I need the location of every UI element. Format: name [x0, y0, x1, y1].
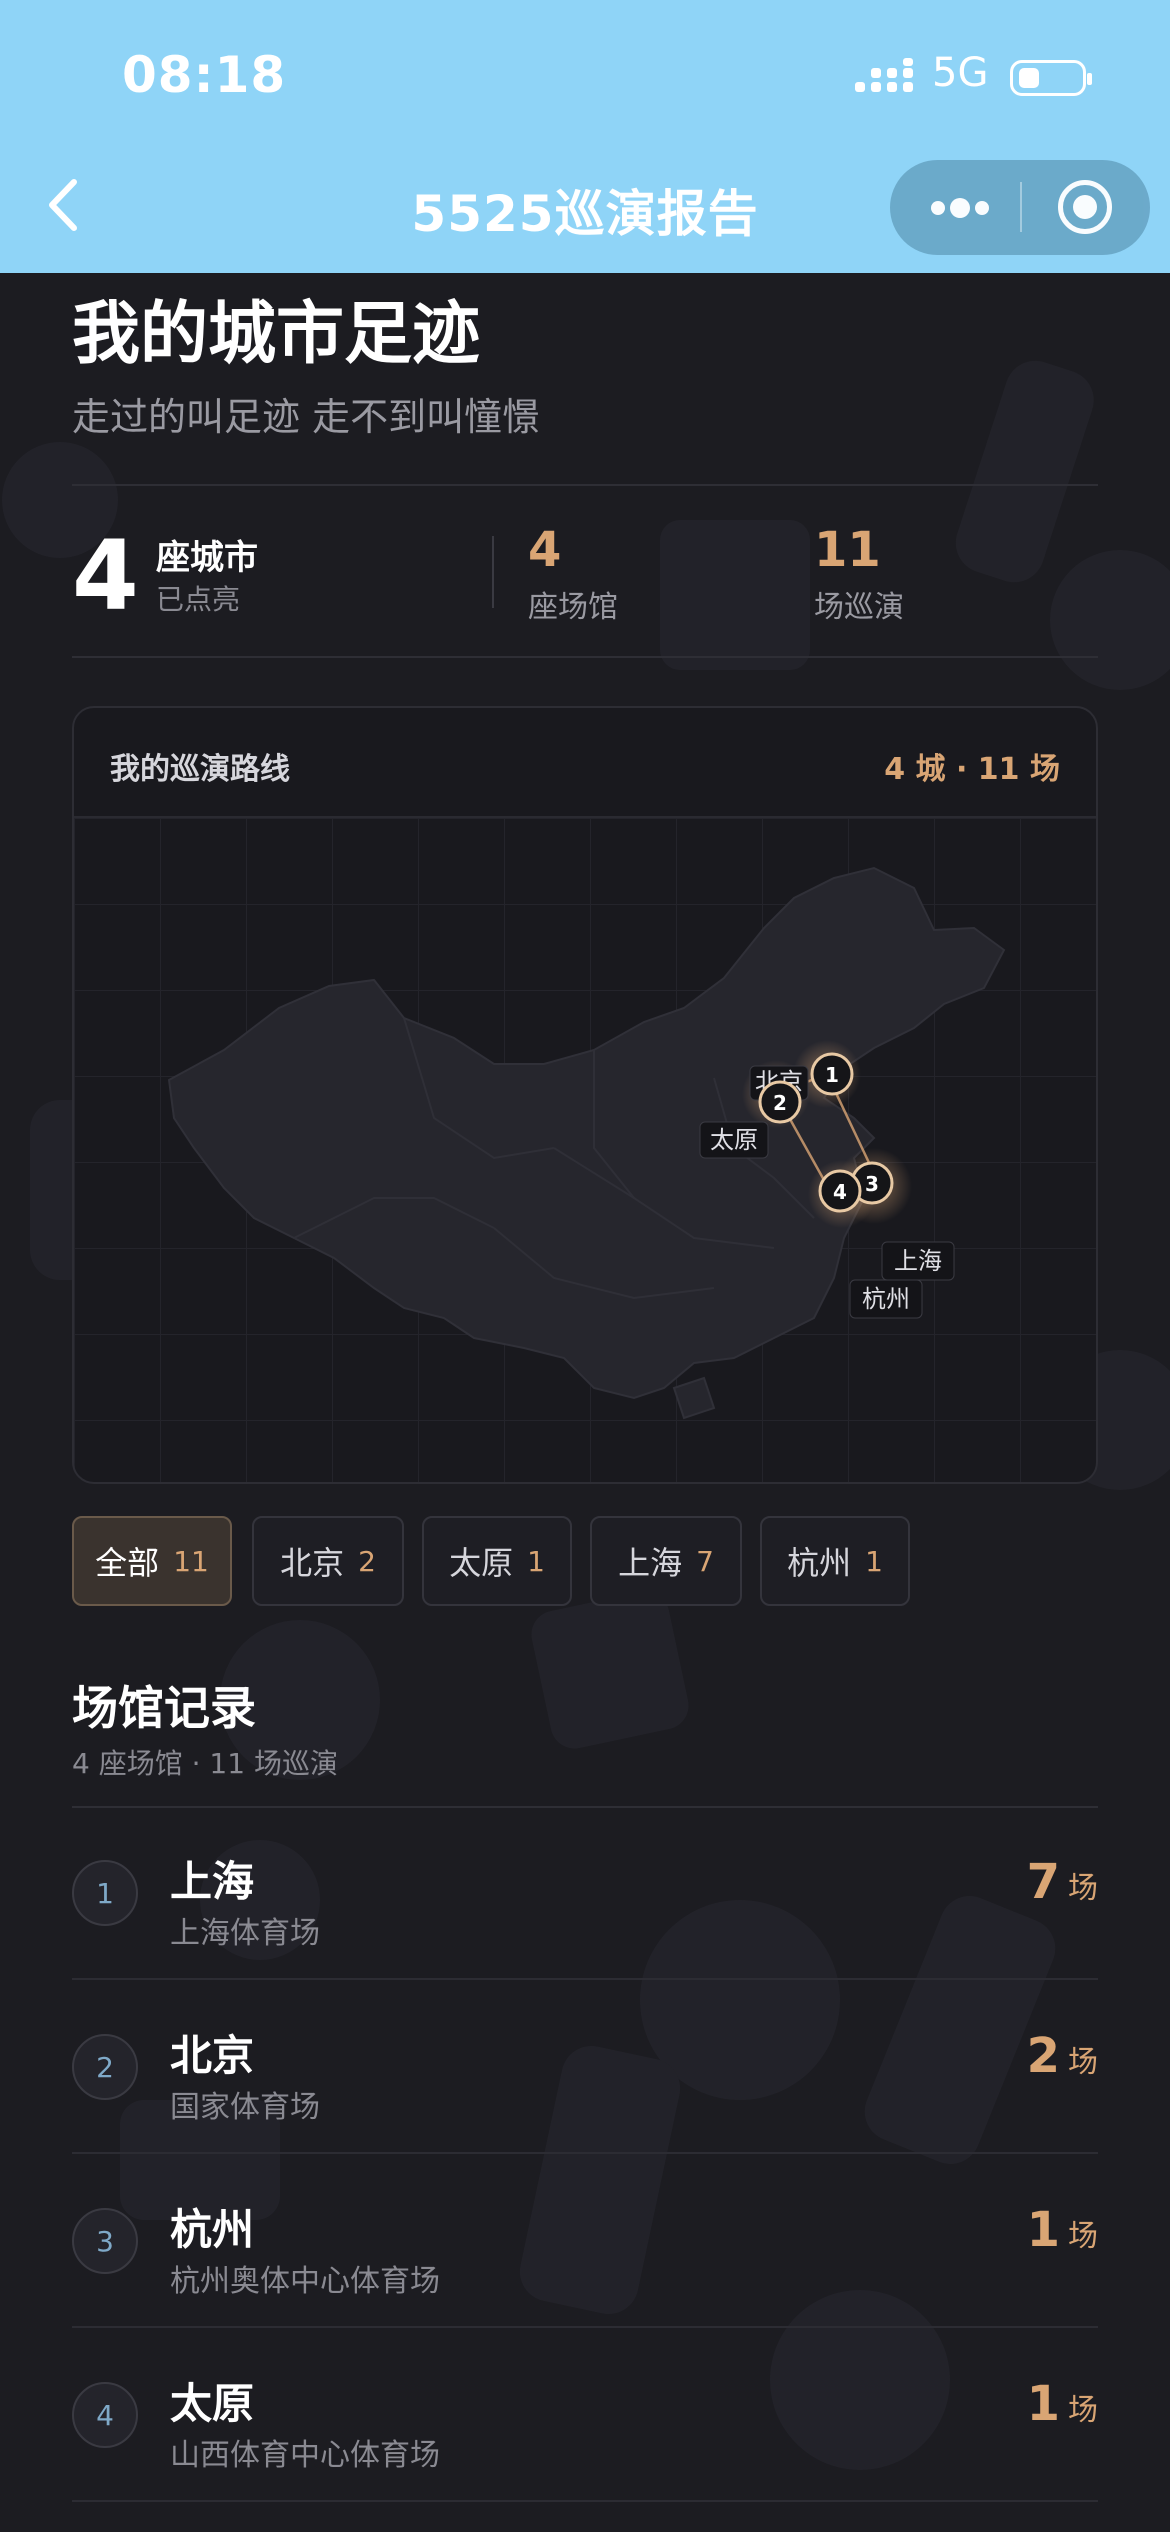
status-time: 08:18 — [122, 46, 287, 104]
filter-chip-count: 7 — [696, 1544, 714, 1578]
mini-program-capsule — [890, 160, 1150, 255]
stats-divider — [492, 536, 494, 608]
venue-row[interactable]: 3 杭州 杭州奥体中心体育场 1 场 — [72, 2156, 1098, 2328]
route-card-summary: 4 城 · 11 场 — [884, 752, 1060, 787]
route-map[interactable]: 北京 太原 上海 杭州 1 2 — [74, 818, 1098, 1484]
venue-rank-badge: 3 — [72, 2208, 138, 2274]
venues-section-subtitle: 4 座场馆 · 11 场巡演 — [72, 1747, 338, 1780]
capsule-divider — [1020, 182, 1022, 232]
network-type: 5G — [932, 50, 989, 96]
divider — [72, 656, 1098, 658]
shows-label: 场巡演 — [814, 590, 904, 625]
svg-text:1: 1 — [825, 1063, 839, 1087]
cities-label: 座城市 — [156, 538, 258, 578]
venue-show-count: 2 场 — [1027, 2028, 1098, 2084]
svg-text:上海: 上海 — [894, 1247, 942, 1275]
venue-show-count: 1 场 — [1027, 2376, 1098, 2432]
venue-name: 杭州奥体中心体育场 — [170, 2264, 440, 2299]
venue-count-number: 7 — [1026, 1854, 1060, 1910]
venue-row[interactable]: 2 北京 国家体育场 2 场 — [72, 1982, 1098, 2154]
filter-chip-shanghai[interactable]: 上海 7 — [590, 1516, 742, 1606]
venue-show-count: 7 场 — [1027, 1854, 1098, 1910]
venue-rank-badge: 1 — [72, 1860, 138, 1926]
svg-text:3: 3 — [865, 1172, 879, 1196]
venue-count-unit: 场 — [1068, 2219, 1098, 2254]
venue-row[interactable]: 4 太原 山西体育中心体育场 1 场 — [72, 2330, 1098, 2502]
label-taiyuan: 太原 — [699, 1121, 769, 1159]
page: 08:18 5G 5525巡演报告 我的城市足迹 走过的叫足迹 走不到叫憧憬 4… — [0, 0, 1170, 2532]
label-shanghai: 上海 — [881, 1241, 955, 1281]
venue-name: 山西体育中心体育场 — [170, 2438, 440, 2473]
venue-city: 太原 — [170, 2379, 255, 2428]
filter-chip-all[interactable]: 全部 11 — [72, 1516, 232, 1606]
venue-count-number: 2 — [1026, 2028, 1060, 2084]
label-hangzhou: 杭州 — [849, 1279, 923, 1319]
signal-icon — [855, 58, 913, 92]
cities-sublabel: 已点亮 — [156, 583, 241, 616]
cities-count: 4 — [72, 520, 139, 632]
venue-count-unit: 场 — [1068, 1871, 1098, 1906]
filter-chip-label: 上海 — [618, 1544, 683, 1582]
venue-row[interactable]: 1 上海 上海体育场 7 场 — [72, 1808, 1098, 1980]
svg-text:2: 2 — [773, 1091, 787, 1115]
filter-chip-count: 1 — [865, 1544, 883, 1578]
venue-count-number: 1 — [1026, 2202, 1060, 2258]
venue-count-unit: 场 — [1068, 2045, 1098, 2080]
route-card-header: 我的巡演路线 4 城 · 11 场 — [74, 708, 1096, 818]
page-subtitle: 走过的叫足迹 走不到叫憧憬 — [72, 395, 541, 439]
close-target-icon[interactable] — [1058, 180, 1112, 234]
filter-chip-hangzhou[interactable]: 杭州 1 — [760, 1516, 910, 1606]
filter-chip-count: 11 — [173, 1544, 209, 1578]
filter-chip-label: 太原 — [449, 1544, 514, 1582]
battery-icon — [1010, 60, 1092, 96]
route-card-title: 我的巡演路线 — [110, 752, 290, 787]
marker-4[interactable]: 4 — [818, 1169, 862, 1213]
more-icon[interactable] — [930, 196, 990, 220]
filter-chip-count: 2 — [358, 1544, 376, 1578]
svg-text:太原: 太原 — [710, 1126, 758, 1154]
venues-count: 4 — [528, 522, 562, 578]
top-bar: 08:18 5G 5525巡演报告 — [0, 0, 1170, 273]
venue-city: 杭州 — [170, 2205, 255, 2254]
row-divider — [72, 1978, 1098, 1980]
venues-label: 座场馆 — [528, 590, 618, 625]
venue-count-unit: 场 — [1068, 2393, 1098, 2428]
row-divider — [72, 2326, 1098, 2328]
venue-show-count: 1 场 — [1027, 2202, 1098, 2258]
divider — [72, 484, 1098, 486]
filter-chip-count: 1 — [527, 1544, 545, 1578]
filter-chip-label: 北京 — [280, 1544, 345, 1582]
shows-count: 11 — [814, 522, 881, 578]
filter-chip-label: 杭州 — [787, 1544, 852, 1582]
venue-city: 上海 — [170, 1857, 255, 1906]
row-divider — [72, 2500, 1098, 2502]
venue-count-number: 1 — [1026, 2376, 1060, 2432]
venues-section-title: 场馆记录 — [72, 1681, 256, 1735]
venue-name: 上海体育场 — [170, 1916, 320, 1951]
filter-chip-taiyuan[interactable]: 太原 1 — [422, 1516, 572, 1606]
route-card: 我的巡演路线 4 城 · 11 场 太原 上海 杭州 1 2 3 4 — [72, 706, 1098, 1484]
page-title: 我的城市足迹 — [72, 295, 481, 374]
venue-name: 国家体育场 — [170, 2090, 320, 2125]
svg-text:4: 4 — [833, 1180, 847, 1204]
venue-rank-badge: 2 — [72, 2034, 138, 2100]
row-divider — [72, 2152, 1098, 2154]
marker-1[interactable]: 1 — [810, 1052, 854, 1096]
marker-2[interactable]: 2 — [758, 1080, 802, 1124]
filter-chip-label: 全部 — [95, 1544, 160, 1582]
svg-text:杭州: 杭州 — [862, 1285, 910, 1313]
venue-rank-badge: 4 — [72, 2382, 138, 2448]
venue-city: 北京 — [170, 2031, 255, 2080]
filter-chip-beijing[interactable]: 北京 2 — [252, 1516, 404, 1606]
